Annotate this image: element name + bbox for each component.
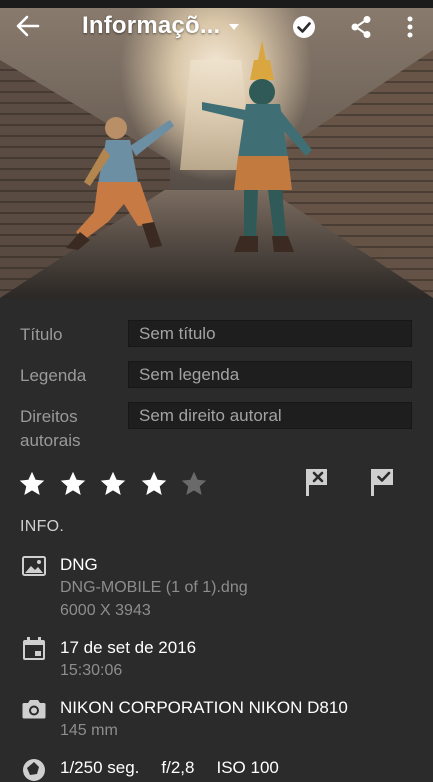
title-label: Título [20, 325, 63, 344]
image-icon [22, 556, 46, 576]
pick-flag-button[interactable] [368, 466, 398, 498]
info-section-title: INFO. [20, 518, 65, 535]
capture-date: 17 de set de 2016 [60, 638, 197, 657]
star-filled-icon [100, 471, 126, 495]
star-2[interactable] [59, 468, 100, 500]
caption-label: Legenda [20, 366, 87, 385]
star-3[interactable] [99, 468, 140, 500]
star-filled-icon [141, 471, 166, 495]
star-1[interactable] [18, 468, 59, 500]
title-input[interactable]: Sem título [128, 320, 412, 347]
calendar-icon [23, 637, 45, 660]
aperture-value: f/2,8 [161, 758, 195, 777]
flag-reject-icon [306, 469, 327, 496]
file-name: DNG-MOBILE (1 of 1).dng [60, 579, 248, 596]
file-type: DNG [60, 555, 98, 574]
star-empty-icon [181, 471, 207, 495]
title-dropdown[interactable]: Informaçõ... [82, 10, 240, 42]
page-title: Informaçõ... [82, 12, 221, 39]
arrow-left-icon [16, 15, 40, 37]
apply-button[interactable] [290, 13, 318, 41]
photo-preview: Informaçõ... [0, 0, 433, 298]
photo-dancer-left [66, 117, 174, 250]
photo-dancer-right [202, 40, 312, 252]
star-filled-icon [60, 471, 85, 495]
more-vertical-icon [407, 16, 413, 38]
file-dimensions: 6000 X 3943 [60, 602, 151, 619]
camera-model: NIKON CORPORATION NIKON D810 [60, 698, 348, 717]
more-button[interactable] [402, 13, 418, 41]
star-5[interactable] [180, 468, 221, 500]
caption-input[interactable]: Sem legenda [128, 361, 412, 388]
iso-value: ISO 100 [216, 758, 279, 777]
flag-pick-icon [371, 469, 393, 496]
focal-length: 145 mm [60, 722, 118, 739]
check-circle-icon [293, 16, 315, 38]
star-rating[interactable] [18, 468, 221, 500]
copyright-input[interactable]: Sem direito autoral [128, 402, 412, 429]
capture-time: 15:30:06 [60, 662, 123, 679]
reject-flag-button[interactable] [303, 466, 333, 498]
camera-icon [22, 700, 46, 719]
star-filled-icon [19, 471, 45, 495]
star-4[interactable] [140, 468, 181, 500]
status-bar [0, 0, 433, 8]
copyright-label: Direitos autorais [20, 407, 81, 450]
exposure-row: 1/250 seg. f/2,8 ISO 100 [60, 758, 279, 778]
share-icon [351, 16, 371, 38]
back-button[interactable] [12, 12, 44, 40]
shutter-speed: 1/250 seg. [60, 758, 140, 777]
caret-down-icon [229, 24, 240, 30]
share-button[interactable] [348, 13, 374, 41]
aperture-icon [23, 759, 45, 781]
